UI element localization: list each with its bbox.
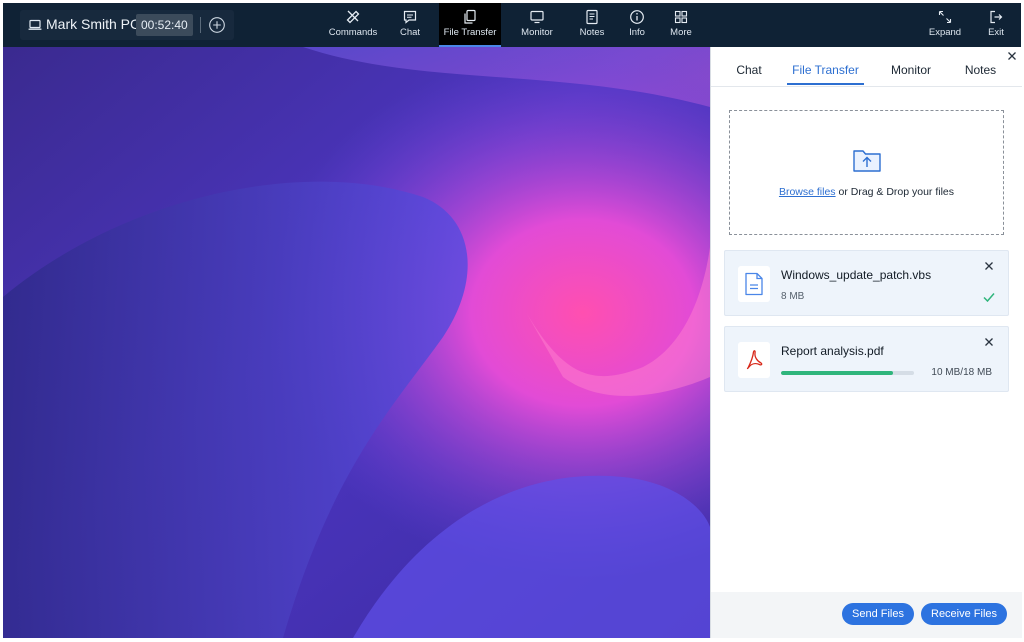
- grid-icon: [674, 10, 688, 24]
- toolbar-chat-label: Chat: [399, 27, 421, 38]
- expand-button[interactable]: Expand: [927, 3, 963, 47]
- document-icon: [745, 272, 763, 296]
- exit-icon: [990, 10, 1003, 24]
- tools-icon: [346, 10, 360, 24]
- transfer-progress-bar: [781, 371, 914, 375]
- file-transfer-item: Windows_update_patch.vbs 8 MB: [724, 250, 1009, 316]
- file-transfer-icon: [464, 9, 476, 24]
- toolbar-file-transfer[interactable]: File Transfer: [439, 3, 501, 47]
- session-device-chip: Mark Smith PC 00:52:40: [20, 10, 234, 40]
- remove-file-icon[interactable]: [984, 261, 994, 271]
- device-name: Mark Smith PC: [46, 16, 141, 32]
- tab-notes[interactable]: Notes: [964, 63, 997, 85]
- expand-icon: [938, 10, 952, 24]
- drop-hint: or Drag & Drop your files: [835, 186, 955, 198]
- check-icon: [983, 293, 995, 302]
- toolbar-info-label: Info: [629, 27, 645, 38]
- toolbar-monitor[interactable]: Monitor: [519, 3, 555, 47]
- exit-label: Exit: [988, 27, 1004, 38]
- exit-button[interactable]: Exit: [984, 3, 1008, 47]
- file-transfer-item: Report analysis.pdf 10 MB/18 MB: [724, 326, 1009, 392]
- panel-tabs: Chat File Transfer Monitor Notes: [711, 47, 1022, 87]
- file-name: Report analysis.pdf: [781, 344, 884, 358]
- file-transfer-panel: Chat File Transfer Monitor Notes Browse …: [710, 47, 1022, 638]
- cancel-transfer-icon[interactable]: [984, 337, 994, 347]
- toolbar-more-label: More: [670, 27, 692, 38]
- info-icon: [630, 10, 644, 24]
- tab-chat[interactable]: Chat: [736, 63, 762, 85]
- file-size: 8 MB: [781, 291, 805, 302]
- add-session-icon[interactable]: [208, 16, 226, 34]
- divider: [200, 17, 201, 33]
- tab-monitor[interactable]: Monitor: [889, 63, 933, 85]
- receive-files-button[interactable]: Receive Files: [921, 603, 1008, 625]
- file-icon-tile: [738, 266, 770, 302]
- toolbar-commands-label: Commands: [328, 27, 378, 38]
- remote-desktop-view[interactable]: [3, 47, 710, 638]
- transfer-progress-fill: [781, 371, 893, 375]
- pdf-icon: [746, 350, 763, 370]
- toolbar-commands[interactable]: Commands: [326, 3, 380, 47]
- file-name: Windows_update_patch.vbs: [781, 268, 932, 282]
- chat-icon: [403, 10, 417, 24]
- notes-icon: [586, 9, 598, 25]
- session-timer: 00:52:40: [136, 14, 193, 36]
- transfer-progress-text: 10 MB/18 MB: [931, 367, 992, 378]
- monitor-icon: [530, 10, 544, 24]
- toolbar-notes-label: Notes: [579, 27, 605, 38]
- laptop-icon: [28, 19, 42, 30]
- panel-footer: Send Files Receive Files: [711, 592, 1022, 638]
- tab-file-transfer[interactable]: File Transfer: [787, 63, 864, 85]
- toolbar-more[interactable]: More: [668, 3, 694, 47]
- toolbar-info[interactable]: Info: [625, 3, 649, 47]
- toolbar-notes[interactable]: Notes: [577, 3, 607, 47]
- session-toolbar: Mark Smith PC 00:52:40 Commands Chat Fil…: [3, 3, 1021, 47]
- folder-upload-icon: [853, 150, 881, 172]
- drop-instructions: Browse files or Drag & Drop your files: [730, 186, 1003, 198]
- expand-label: Expand: [928, 27, 962, 38]
- browse-files-link[interactable]: Browse files: [779, 186, 836, 198]
- toolbar-monitor-label: Monitor: [521, 27, 553, 38]
- send-files-button[interactable]: Send Files: [842, 603, 914, 625]
- desktop-wallpaper: [3, 47, 710, 638]
- file-icon-tile: [738, 342, 770, 378]
- file-drop-zone[interactable]: Browse files or Drag & Drop your files: [729, 110, 1004, 235]
- toolbar-file-transfer-label: File Transfer: [443, 27, 497, 38]
- toolbar-chat[interactable]: Chat: [395, 3, 425, 47]
